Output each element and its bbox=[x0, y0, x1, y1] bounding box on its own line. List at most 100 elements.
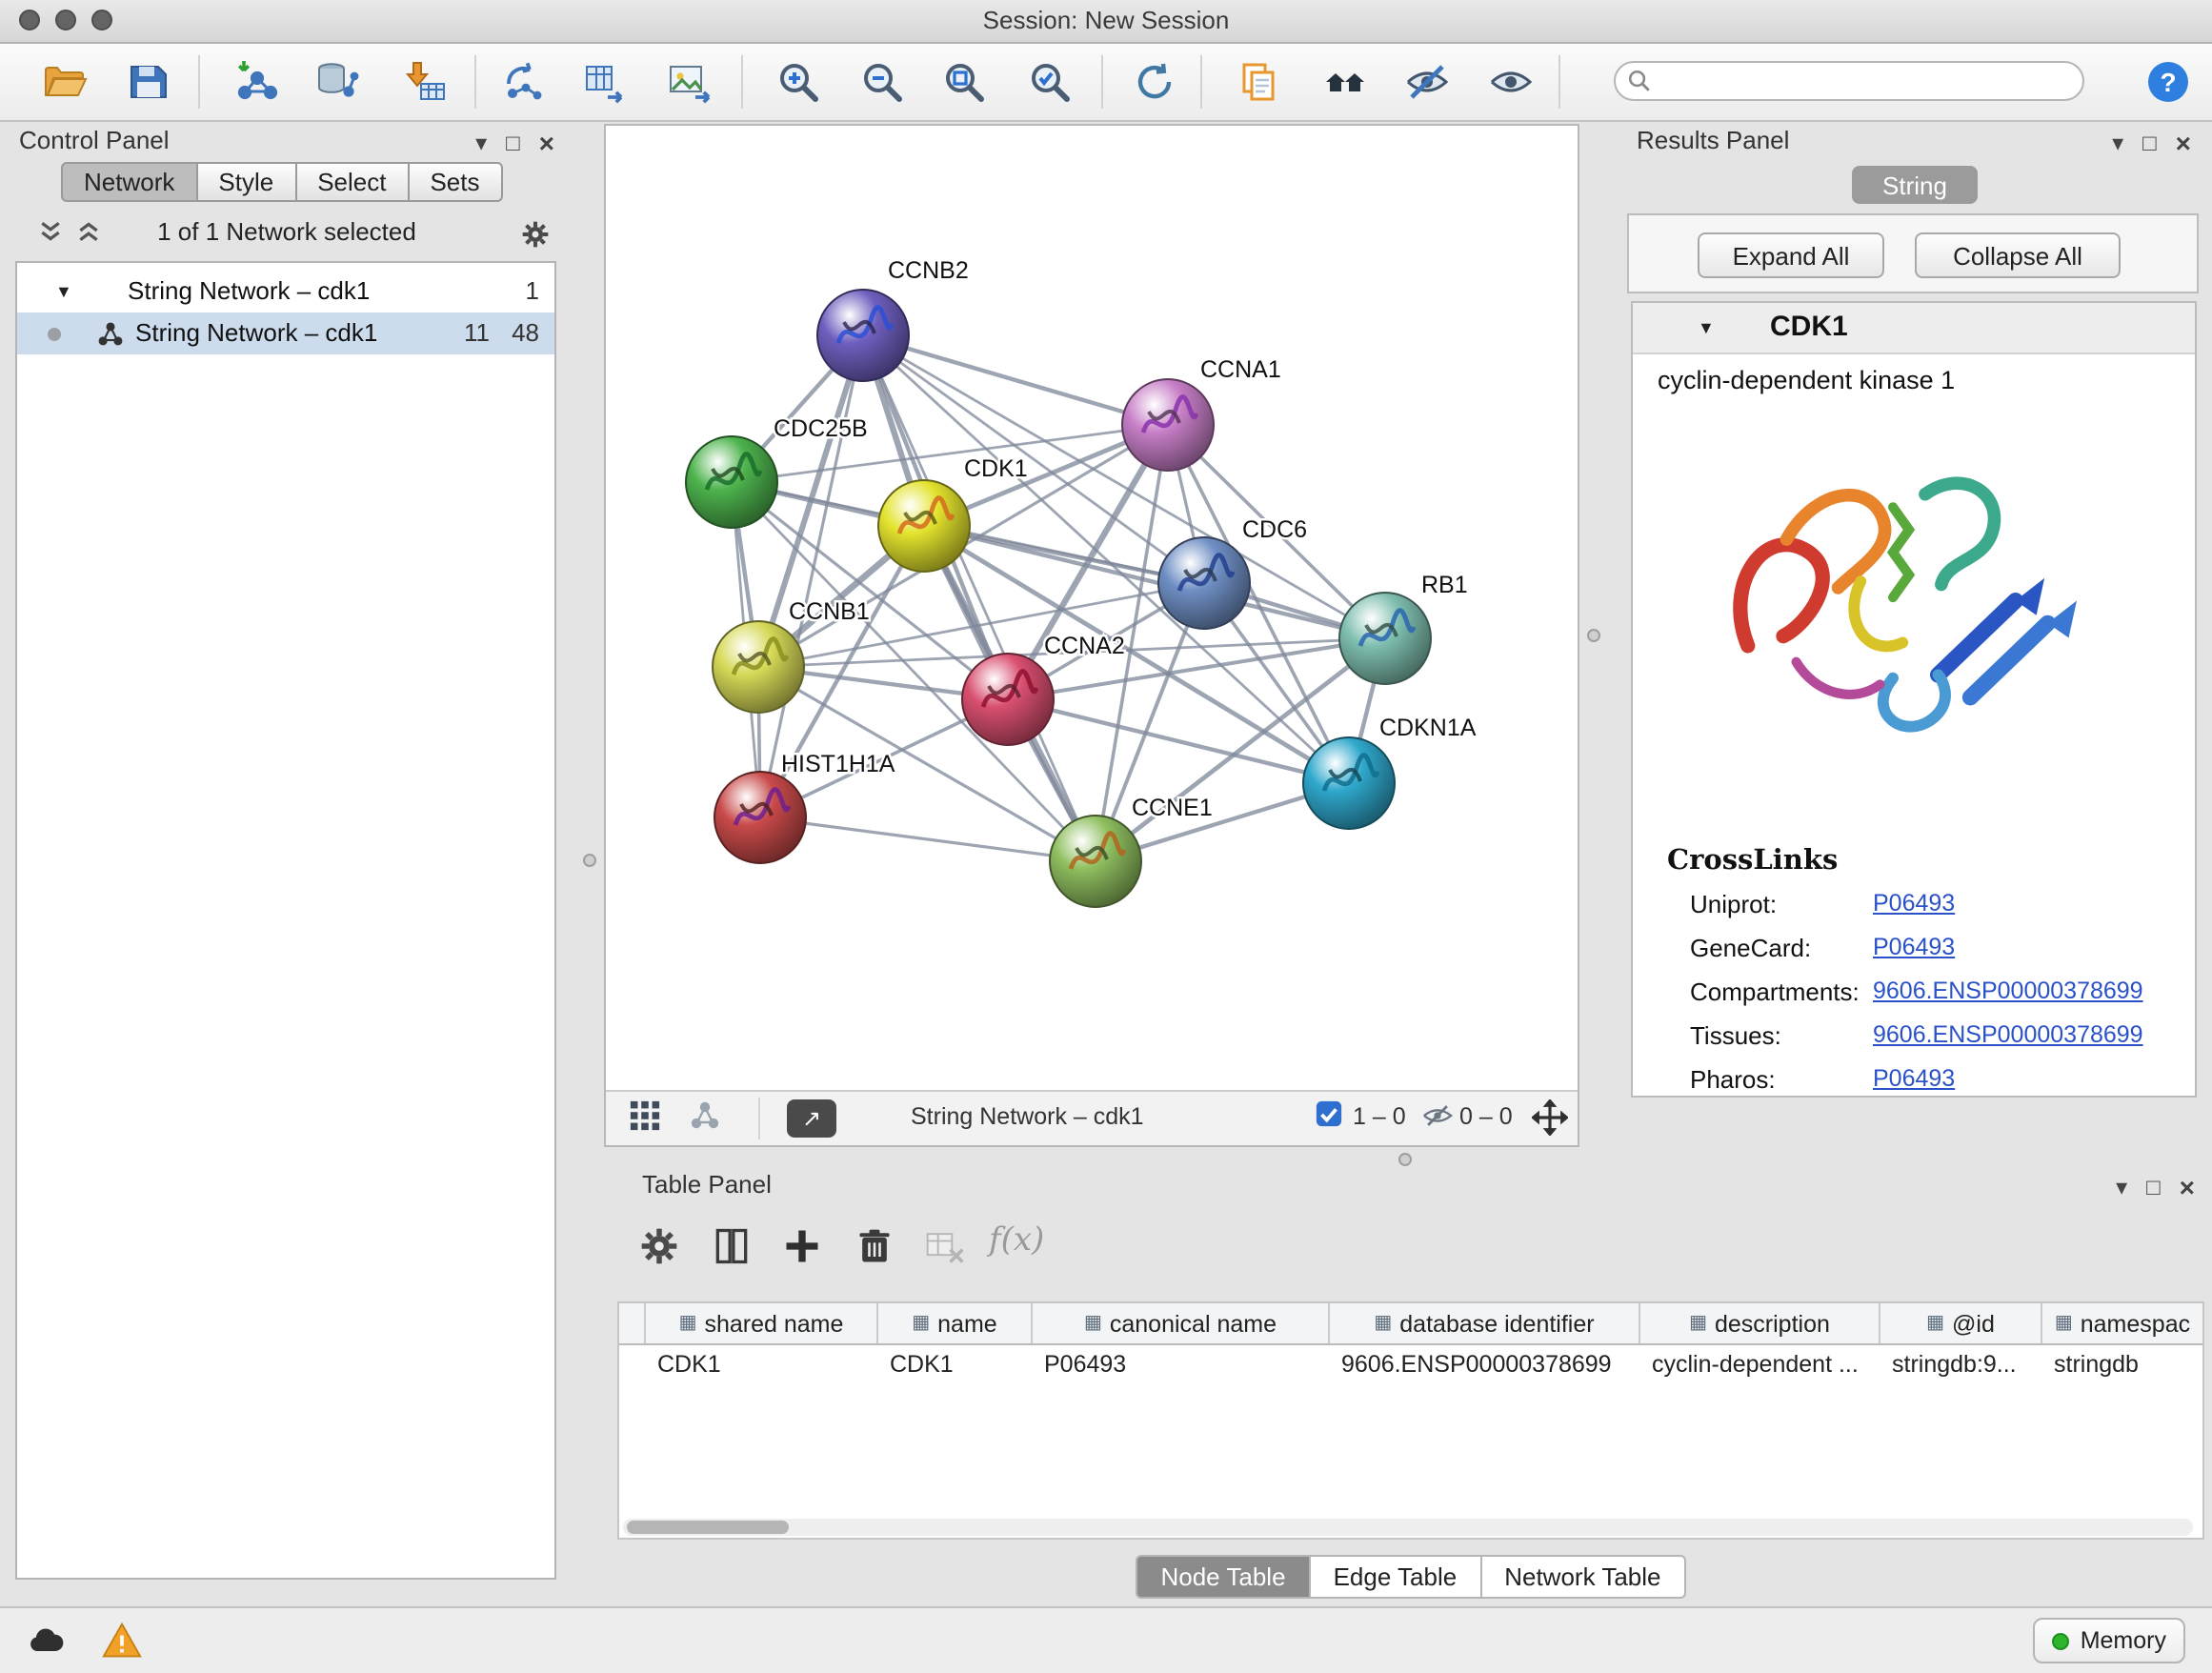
network-node-cdk1[interactable]: CDK1 bbox=[878, 455, 1028, 572]
show-all-button[interactable] bbox=[1486, 57, 1536, 107]
pan-mode-button[interactable] bbox=[1532, 1099, 1568, 1136]
network-node-ccnb2[interactable]: CCNB2 bbox=[817, 257, 969, 381]
save-session-button[interactable] bbox=[124, 57, 173, 107]
hidden-eye-icon[interactable] bbox=[1421, 1099, 1454, 1132]
splitter-handle[interactable] bbox=[1398, 1153, 1412, 1166]
add-column-button[interactable] bbox=[777, 1221, 827, 1271]
open-folder-icon bbox=[42, 59, 88, 105]
cell-id[interactable]: stringdb:9... bbox=[1880, 1345, 2042, 1385]
network-share-button[interactable] bbox=[690, 1099, 720, 1130]
panel-menu-icon[interactable]: ▾ bbox=[475, 131, 487, 154]
show-columns-button[interactable] bbox=[707, 1221, 756, 1271]
cell-shared-name[interactable]: CDK1 bbox=[646, 1345, 878, 1385]
splitter-handle[interactable] bbox=[1587, 629, 1600, 642]
cell-namespace[interactable]: stringdb bbox=[2042, 1345, 2202, 1385]
network-edge[interactable] bbox=[863, 335, 1096, 861]
network-node-cdkn1a[interactable]: CDKN1A bbox=[1303, 715, 1477, 829]
network-node-cdc25b[interactable]: CDC25B bbox=[686, 415, 868, 528]
table-settings-button[interactable] bbox=[634, 1221, 684, 1271]
tab-edge-table[interactable]: Edge Table bbox=[1311, 1555, 1482, 1599]
panel-close-icon[interactable]: × bbox=[539, 130, 554, 156]
protein-card-header[interactable]: ▼ CDK1 bbox=[1633, 303, 2195, 354]
column-header[interactable]: ▦database identifier bbox=[1330, 1303, 1640, 1343]
panel-close-icon[interactable]: × bbox=[2180, 1174, 2195, 1200]
expand-all-button[interactable]: Expand All bbox=[1698, 232, 1884, 278]
network-options-gear[interactable] bbox=[520, 219, 547, 246]
network-canvas[interactable]: CCNB2CCNA1CDC25BCDK1CDC6RB1CCNB1CCNA2CDK… bbox=[606, 126, 1581, 1096]
column-header[interactable]: ▦namespac bbox=[2042, 1303, 2202, 1343]
crosslink-link[interactable]: P06493 bbox=[1873, 1065, 1955, 1092]
tab-string[interactable]: String bbox=[1852, 166, 1978, 204]
collapse-section-icon[interactable]: ▼ bbox=[1698, 318, 1715, 337]
function-builder-button[interactable]: f(x) bbox=[989, 1221, 1044, 1260]
collapse-all-button[interactable]: Collapse All bbox=[1915, 232, 2121, 278]
network-collection-row[interactable]: ▼ String Network – cdk1 1 bbox=[17, 271, 554, 312]
panel-close-icon[interactable]: × bbox=[2176, 130, 2191, 156]
network-from-selection-button[interactable] bbox=[499, 57, 549, 107]
panel-menu-icon[interactable]: ▾ bbox=[2116, 1176, 2127, 1199]
tab-select[interactable]: Select bbox=[296, 162, 409, 202]
splitter-handle[interactable] bbox=[583, 854, 596, 867]
network-row[interactable]: String Network – cdk1 11 48 bbox=[17, 312, 554, 354]
birdseye-view-button[interactable]: ↗ bbox=[787, 1099, 836, 1138]
search-input[interactable] bbox=[1652, 66, 2071, 96]
cell-canonical-name[interactable]: P06493 bbox=[1033, 1345, 1330, 1385]
import-network-file-button[interactable] bbox=[232, 57, 282, 107]
export-table-button[interactable] bbox=[581, 57, 631, 107]
network-node-rb1[interactable]: RB1 bbox=[1339, 572, 1468, 684]
crosslink-link[interactable]: P06493 bbox=[1873, 934, 1955, 960]
delete-table-button[interactable] bbox=[920, 1221, 970, 1271]
crosslink-link[interactable]: 9606.ENSP00000378699 bbox=[1873, 978, 2143, 1004]
zoom-selected-button[interactable] bbox=[1025, 57, 1075, 107]
scrollbar-thumb[interactable] bbox=[627, 1521, 789, 1534]
panel-menu-icon[interactable]: ▾ bbox=[2112, 131, 2123, 154]
selected-checkbox[interactable] bbox=[1315, 1099, 1343, 1128]
cell-name[interactable]: CDK1 bbox=[878, 1345, 1033, 1385]
column-header[interactable]: ▦name bbox=[878, 1303, 1033, 1343]
horizontal-scrollbar[interactable] bbox=[623, 1519, 2193, 1536]
hide-selected-button[interactable] bbox=[1402, 57, 1452, 107]
control-panel-header-icons: ▾ □ × bbox=[475, 130, 554, 156]
network-edge[interactable] bbox=[760, 817, 1096, 861]
network-node-hist1h1a[interactable]: HIST1H1A bbox=[714, 751, 895, 863]
help-button[interactable]: ? bbox=[2143, 57, 2193, 107]
import-network-database-button[interactable] bbox=[312, 57, 362, 107]
memory-button[interactable]: Memory bbox=[2033, 1618, 2185, 1663]
crosslink-link[interactable]: P06493 bbox=[1873, 890, 1955, 917]
tab-node-table[interactable]: Node Table bbox=[1136, 1555, 1310, 1599]
refresh-view-button[interactable] bbox=[1130, 57, 1179, 107]
tab-style[interactable]: Style bbox=[197, 162, 296, 202]
zoom-in-button[interactable] bbox=[774, 57, 823, 107]
column-header[interactable]: ▦@id bbox=[1880, 1303, 2042, 1343]
network-edge[interactable] bbox=[863, 335, 1168, 425]
network-node-ccnb1[interactable]: CCNB1 bbox=[713, 598, 870, 713]
panel-float-icon[interactable]: □ bbox=[506, 131, 520, 154]
expander-icon[interactable]: ▼ bbox=[55, 282, 72, 301]
grid-view-button[interactable] bbox=[629, 1099, 661, 1132]
export-image-button[interactable] bbox=[665, 57, 714, 107]
first-neighbors-button[interactable] bbox=[1320, 57, 1370, 107]
table-row[interactable]: CDK1 CDK1 P06493 9606.ENSP00000378699 cy… bbox=[619, 1345, 2202, 1385]
cloud-status-button[interactable] bbox=[23, 1618, 69, 1663]
open-session-button[interactable] bbox=[40, 57, 90, 107]
tab-network[interactable]: Network bbox=[61, 162, 197, 202]
column-header[interactable]: ▦shared name bbox=[646, 1303, 878, 1343]
panel-float-icon[interactable]: □ bbox=[2142, 131, 2157, 154]
crosslink-link[interactable]: 9606.ENSP00000378699 bbox=[1873, 1021, 2143, 1048]
network-node-ccna1[interactable]: CCNA1 bbox=[1122, 356, 1281, 471]
network-edge[interactable] bbox=[760, 335, 863, 817]
cell-database-identifier[interactable]: 9606.ENSP00000378699 bbox=[1330, 1345, 1640, 1385]
cell-description[interactable]: cyclin-dependent ... bbox=[1640, 1345, 1880, 1385]
duplicate-network-button[interactable] bbox=[1235, 57, 1284, 107]
zoom-out-button[interactable] bbox=[857, 57, 907, 107]
tab-sets[interactable]: Sets bbox=[409, 162, 502, 202]
column-header[interactable]: ▦description bbox=[1640, 1303, 1880, 1343]
column-header[interactable]: ▦canonical name bbox=[1033, 1303, 1330, 1343]
delete-column-button[interactable] bbox=[850, 1221, 899, 1271]
zoom-fit-button[interactable] bbox=[939, 57, 989, 107]
toolbar-search[interactable] bbox=[1614, 61, 2084, 101]
warnings-button[interactable] bbox=[99, 1618, 145, 1663]
import-table-file-button[interactable] bbox=[400, 57, 450, 107]
panel-float-icon[interactable]: □ bbox=[2146, 1176, 2161, 1199]
tab-network-table[interactable]: Network Table bbox=[1481, 1555, 1685, 1599]
